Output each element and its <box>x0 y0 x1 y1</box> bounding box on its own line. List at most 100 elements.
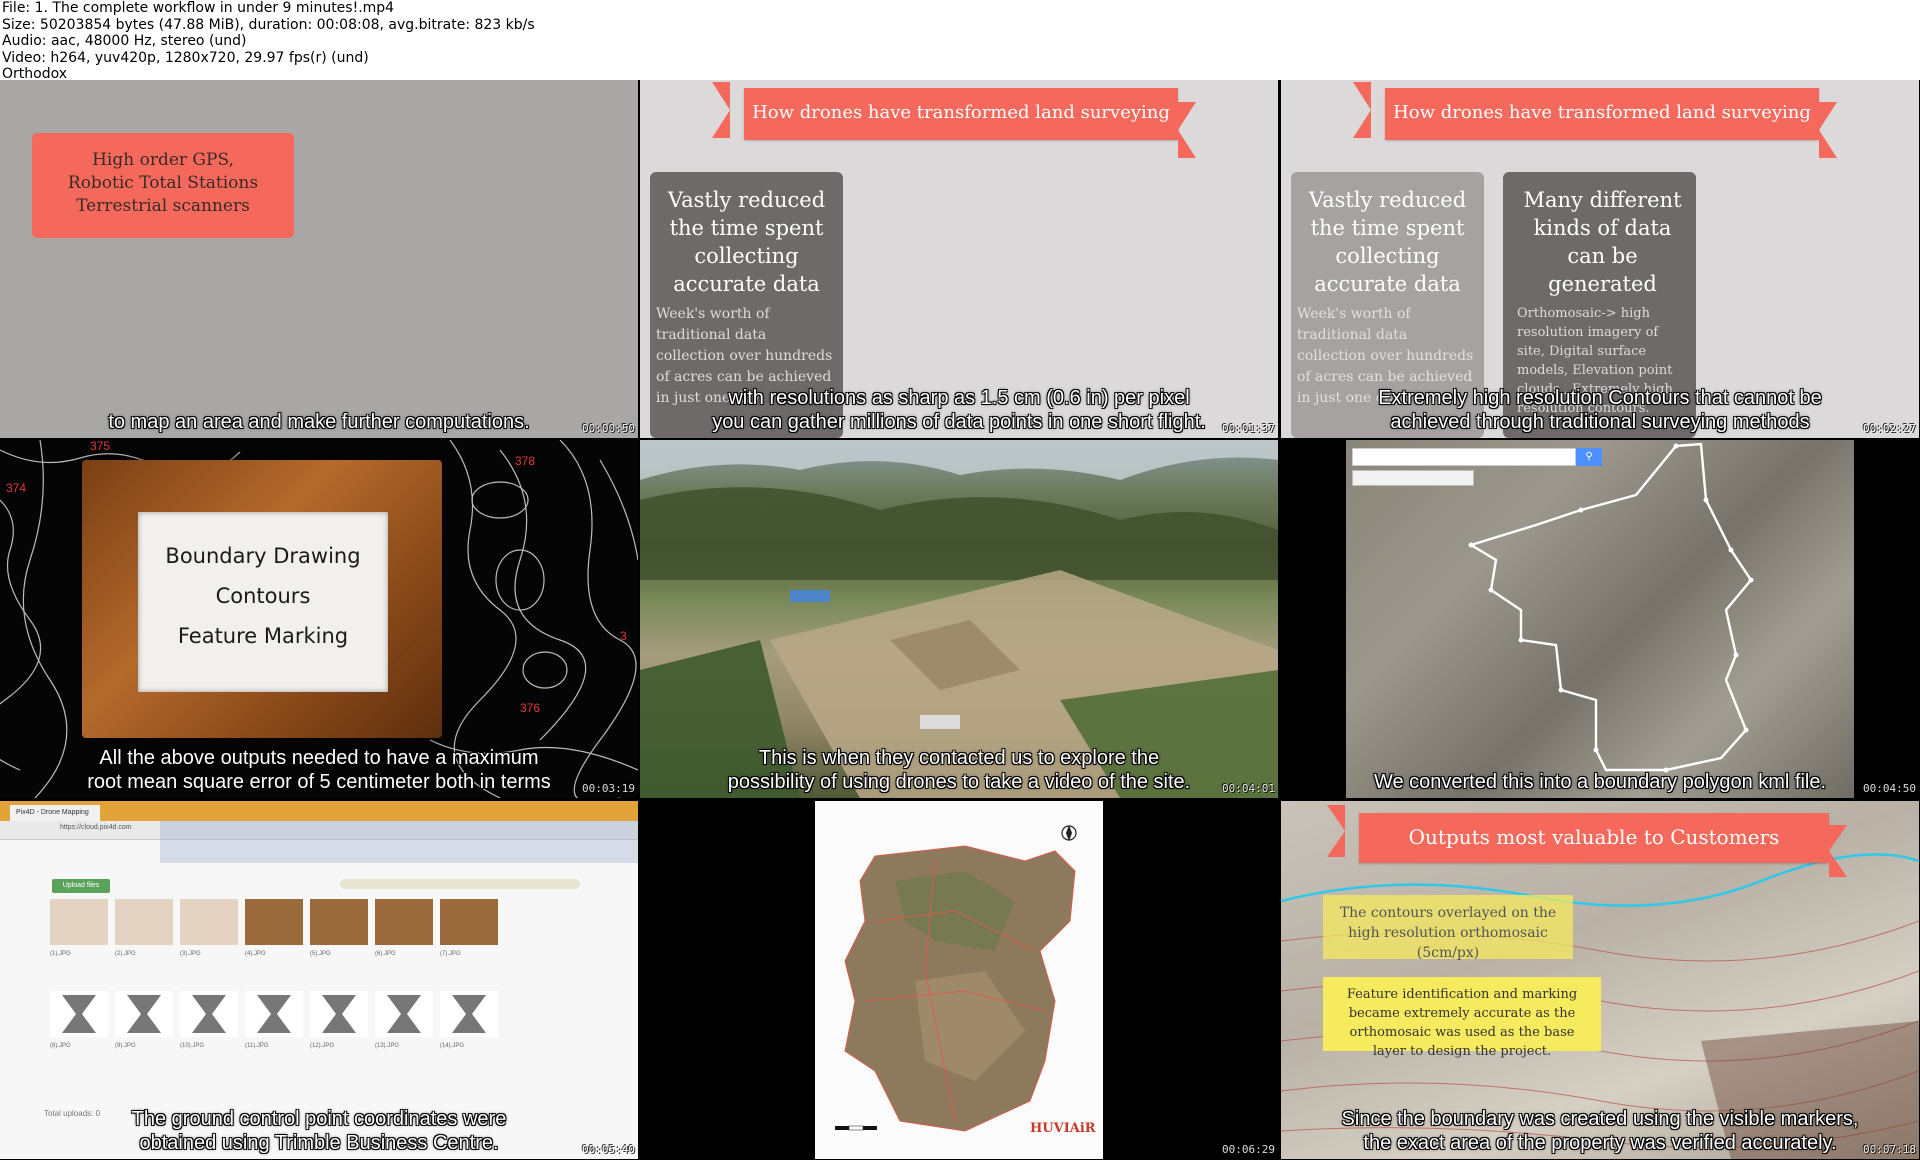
contour-label: 374 <box>6 481 26 495</box>
upload-file-item[interactable]: (4).JPG <box>245 899 305 985</box>
upload-file-item[interactable]: (2).JPG <box>115 899 175 985</box>
subtitle: with resolutions as sharp as 1.5 cm (0.6… <box>728 387 1190 409</box>
browser-tab[interactable]: Pix4D - Drone Mapping <box>10 805 100 821</box>
file-thumbnail <box>50 899 108 945</box>
subtitle: the exact area of the property was verif… <box>1363 1132 1837 1154</box>
subtitle: All the above outputs needed to have a m… <box>99 747 539 769</box>
card-title: Many different kinds of data can be gene… <box>1523 188 1682 296</box>
card-title: Vastly reduced the time spent collecting… <box>1308 188 1467 296</box>
subtitle: Extremely high resolution Contours that … <box>1378 387 1822 409</box>
upload-file-item[interactable]: (3).JPG <box>180 899 240 985</box>
frame-line: Boundary Drawing <box>165 544 361 568</box>
file-name: (11).JPG <box>245 1043 269 1049</box>
contour-label: 375 <box>90 440 110 453</box>
upload-file-item[interactable]: (12).JPG <box>310 991 370 1077</box>
file-name: (10).JPG <box>180 1043 205 1049</box>
ribbon-left <box>712 82 730 138</box>
timestamp: 00:04:50 <box>1863 782 1916 795</box>
timestamp: 00:01:37 <box>1222 422 1275 435</box>
card-line: High order GPS, <box>92 150 234 170</box>
file-thumbnail <box>245 991 303 1037</box>
file-name: (4).JPG <box>245 951 266 957</box>
slide-banner: How drones have transformed land surveyi… <box>1385 88 1819 140</box>
thumbnail-4[interactable]: 375 374 378 376 3 Boundary Drawing Conto… <box>0 440 638 798</box>
file-name: (8).JPG <box>50 1043 71 1049</box>
orthomosaic-map <box>835 825 1077 1132</box>
slide-banner: Outputs most valuable to Customers <box>1359 813 1829 863</box>
upload-file-item[interactable]: (13).JPG <box>375 991 435 1077</box>
contour-label: 3 <box>620 629 627 643</box>
boundary-polygon <box>1468 442 1754 773</box>
aerial-landscape <box>640 440 1278 798</box>
timestamp: 00:07:18 <box>1863 1143 1916 1156</box>
thumbnail-6[interactable]: ⚲ We converted this into a boundary poly… <box>1281 440 1919 798</box>
contour-label: 378 <box>515 454 535 468</box>
timestamp: 00:00:50 <box>582 422 635 435</box>
frame-line: Contours <box>215 584 311 608</box>
thumbnail-2[interactable]: How drones have transformed land surveyi… <box>640 80 1278 438</box>
file-info-line: Audio: aac, 48000 Hz, stereo (und) <box>2 33 247 50</box>
subtitle: The ground control point coordinates wer… <box>131 1108 507 1130</box>
frame-line: Feature Marking <box>177 624 349 648</box>
file-name: (13).JPG <box>375 1043 400 1049</box>
file-name: (1).JPG <box>50 951 71 957</box>
thumbnail-1[interactable]: High order GPS, Robotic Total Stations T… <box>0 80 638 438</box>
file-thumbnail <box>115 991 173 1037</box>
thumbnail-8[interactable]: HUVIAiR 00:06:29 <box>640 801 1278 1159</box>
ribbon-right <box>1819 102 1837 158</box>
thumbnail-5[interactable]: This is when they contacted us to explor… <box>640 440 1278 798</box>
file-name: (5).JPG <box>310 951 331 957</box>
subtitle: This is when they contacted us to explor… <box>758 747 1160 769</box>
upload-button[interactable]: Upload files <box>52 879 110 893</box>
gps-card: High order GPS, Robotic Total Stations T… <box>32 133 294 238</box>
upload-file-item[interactable]: (1).JPG <box>50 899 110 985</box>
file-thumbnail <box>310 899 368 945</box>
file-thumbnail <box>245 899 303 945</box>
file-thumbnail <box>375 899 433 945</box>
upload-file-item[interactable]: (9).JPG <box>115 991 175 1077</box>
file-name: (7).JPG <box>440 951 461 957</box>
timestamp: 00:06:29 <box>1222 1143 1275 1156</box>
upload-file-item[interactable]: (8).JPG <box>50 991 110 1077</box>
contour-label: 376 <box>520 701 540 715</box>
ribbon-right <box>1829 825 1847 877</box>
ribbon-left <box>1327 805 1345 857</box>
url-text[interactable]: https://cloud.pix4d.com <box>60 824 132 831</box>
file-thumbnail <box>180 991 238 1037</box>
subtitle: Since the boundary was created using the… <box>1341 1108 1859 1130</box>
file-name: (14).JPG <box>440 1043 465 1049</box>
ribbon-left <box>1353 82 1371 138</box>
file-name: (9).JPG <box>115 1043 136 1049</box>
file-name: (12).JPG <box>310 1043 335 1049</box>
timestamp: 00:05:40 <box>582 1143 635 1156</box>
file-info-line: Size: 50203854 bytes (47.88 MiB), durati… <box>2 16 535 33</box>
orthomosaic-page: HUVIAiR <box>815 801 1103 1159</box>
subtitle: you can gather millions of data points i… <box>712 411 1206 433</box>
file-thumbnail <box>440 899 498 945</box>
upload-file-item[interactable]: (6).JPG <box>375 899 435 985</box>
thumbnail-7[interactable]: Pix4D - Drone Mapping https://cloud.pix4… <box>0 801 638 1159</box>
upload-file-item[interactable]: (14).JPG <box>440 991 500 1077</box>
subtitle: root mean square error of 5 centimeter b… <box>87 771 551 793</box>
file-name: (2).JPG <box>115 951 136 957</box>
note-box: The contours overlayed on the high resol… <box>1323 895 1573 961</box>
file-info-line: Video: h264, yuv420p, 1280x720, 29.97 fp… <box>2 49 369 66</box>
upload-file-item[interactable]: (7).JPG <box>440 899 500 985</box>
slide-banner: How drones have transformed land surveyi… <box>744 88 1178 140</box>
ribbon-right <box>1178 102 1196 158</box>
file-thumbnail <box>50 991 108 1037</box>
upload-file-item[interactable]: (5).JPG <box>310 899 370 985</box>
upload-file-item[interactable]: (10).JPG <box>180 991 240 1077</box>
file-thumbnail <box>115 899 173 945</box>
file-thumbnail <box>375 991 433 1037</box>
timestamp: 00:02:27 <box>1863 422 1916 435</box>
upload-file-item[interactable]: (11).JPG <box>245 991 305 1077</box>
card-line: Robotic Total Stations <box>67 173 259 193</box>
subtitle: We converted this into a boundary polygo… <box>1373 771 1827 793</box>
huviair-logo: HUVIAiR <box>1030 1121 1096 1136</box>
thumbnail-3[interactable]: How drones have transformed land surveyi… <box>1281 80 1919 438</box>
thumbnail-9[interactable]: Outputs most valuable to Customers The c… <box>1281 801 1919 1159</box>
file-thumbnail <box>180 899 238 945</box>
file-grid: (1).JPG (2).JPG (3).JPG (4).JPG (5).JPG (6).J… <box>50 899 590 1109</box>
satellite-map[interactable]: ⚲ <box>1346 440 1854 798</box>
